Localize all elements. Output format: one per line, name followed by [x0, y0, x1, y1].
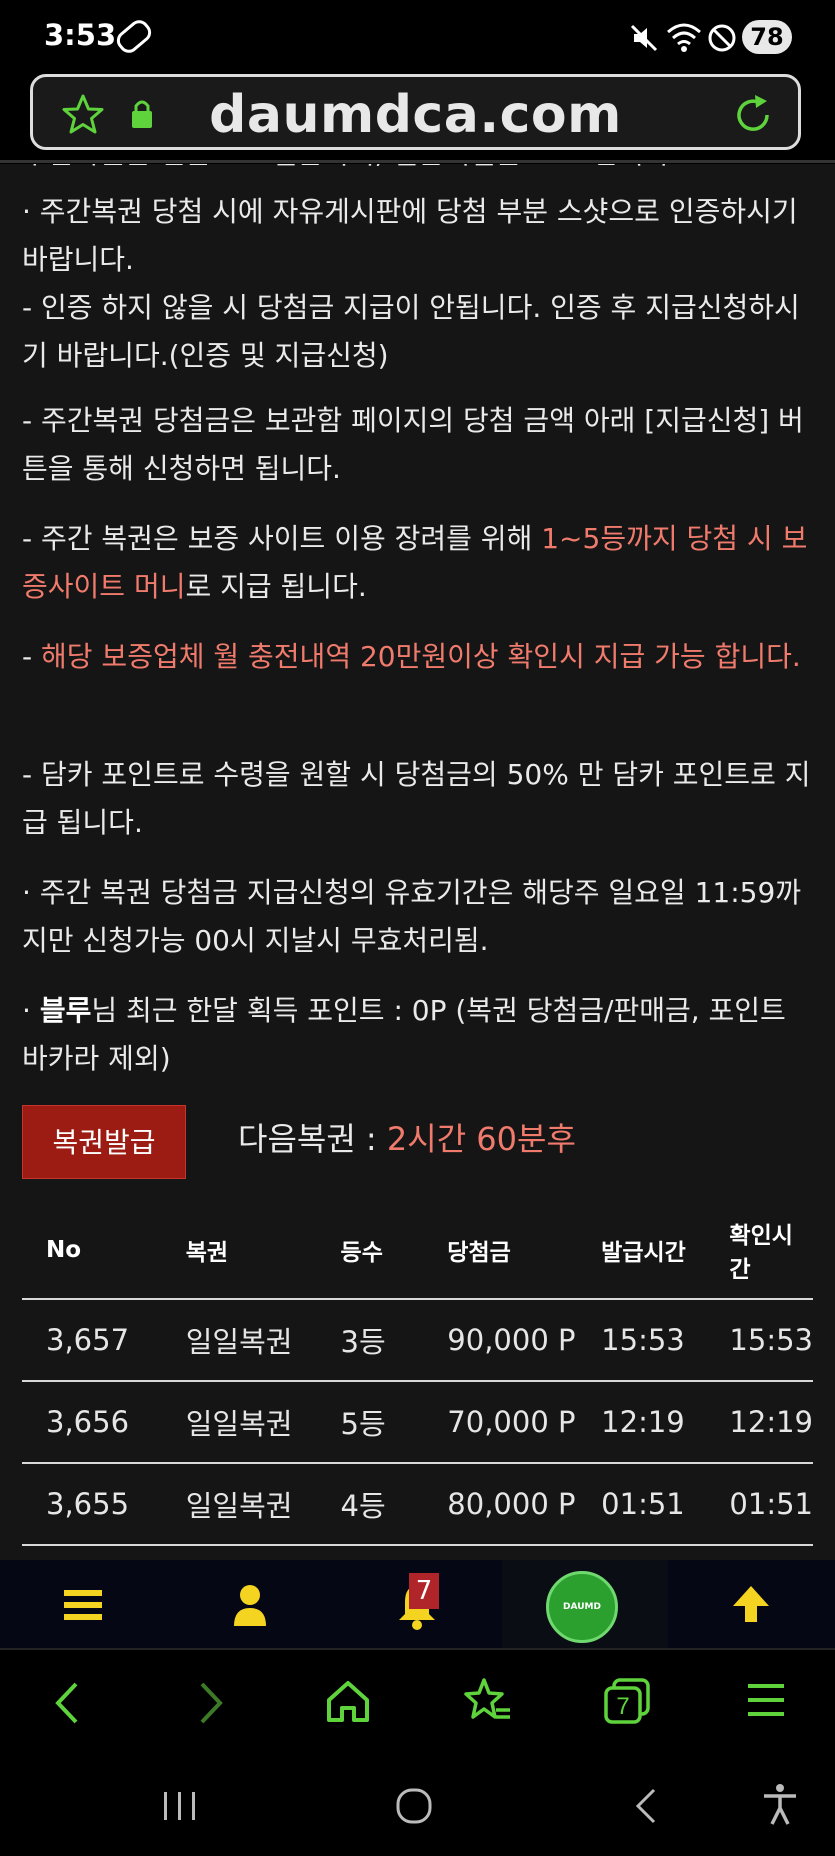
- cell-no: 3,655: [22, 1463, 186, 1546]
- cell-rank: 3등: [340, 1299, 448, 1382]
- tabs-icon[interactable]: 7: [602, 1676, 652, 1726]
- next-lottery-countdown: 다음복권 : 2시간 60분후: [238, 1120, 576, 1158]
- cell-lottery: 일일복권: [185, 1381, 341, 1464]
- highlight-charge-condition: 해당 보증업체 월 충전내역 20만원이상 확인시 지급 가능 합니다.: [41, 640, 801, 673]
- info-certification: · 주간복권 당첨 시에 자유게시판에 당첨 부분 스샷으로 인증하시기 바랍니…: [22, 195, 798, 276]
- column-header-issued-time: 발급시간: [601, 1202, 730, 1300]
- bookmarks-icon[interactable]: [462, 1676, 512, 1726]
- status-bar: 3:53 78: [0, 0, 835, 70]
- username: 블루: [39, 994, 92, 1027]
- issue-lottery-button[interactable]: 복권발급: [22, 1105, 186, 1179]
- cell-issued-time: 12:19: [601, 1381, 730, 1464]
- column-header-no: No: [22, 1202, 186, 1300]
- home-icon[interactable]: [325, 1678, 371, 1724]
- column-header-rank: 등수: [340, 1202, 448, 1300]
- scroll-to-top-arrow-icon[interactable]: [731, 1584, 771, 1624]
- battery-indicator: 78: [742, 20, 792, 54]
- cell-lottery: 일일복권: [185, 1299, 341, 1382]
- cell-prize: 70,000 P: [447, 1381, 602, 1464]
- accessibility-icon[interactable]: [760, 1782, 800, 1828]
- info-claim-method: - 주간복권 당첨금은 보관함 페이지의 당첨 금액 아래 [지급신청] 버튼을…: [22, 404, 804, 485]
- status-time: 3:53: [44, 18, 117, 52]
- wifi-icon: [667, 23, 701, 52]
- cell-rank: 5등: [340, 1381, 448, 1464]
- menu-icon[interactable]: [64, 1588, 102, 1622]
- cell-prize: 90,000 P: [447, 1299, 602, 1382]
- column-header-prize: 당첨금: [447, 1202, 602, 1300]
- browser-url-area: daumdca.com: [0, 70, 835, 164]
- next-lottery-time: 2시간 60분후: [386, 1120, 576, 1158]
- url-bar[interactable]: daumdca.com: [30, 74, 801, 150]
- cut-off-line: 주간복권은 현금으로 일급되며, 일급액결은 10%입니다.: [22, 164, 817, 178]
- cell-prize: 80,000 P: [447, 1463, 602, 1546]
- info-user-points: · 블루님 최근 한달 획득 포인트 : 0P (복권 당첨금/판매금, 포인트…: [22, 994, 786, 1075]
- casino-logo[interactable]: DAUMD CASINO: [546, 1571, 618, 1678]
- system-nav-bar: [0, 1756, 835, 1856]
- cell-no: 3,656: [22, 1381, 186, 1464]
- info-charge-condition: - 해당 보증업체 월 충전내역 20만원이상 확인시 지급 가능 합니다.: [22, 640, 801, 673]
- notification-badge: 7: [409, 1573, 439, 1609]
- cell-issued-time: 01:51: [601, 1463, 730, 1546]
- lottery-info-content: 주간복권은 현금으로 일급되며, 일급액결은 10%입니다. · 주간복권 당첨…: [0, 164, 835, 1560]
- browser-menu-icon[interactable]: [746, 1680, 786, 1720]
- system-back-icon[interactable]: [630, 1786, 664, 1826]
- browser-toolbar: 7: [0, 1648, 835, 1758]
- column-header-checked-time: 확인시간: [729, 1202, 813, 1300]
- do-not-disturb-icon: [708, 24, 736, 52]
- mute-icon: [630, 24, 658, 52]
- table-header-row: No 복권 등수 당첨금 발급시간 확인시간: [22, 1202, 813, 1300]
- cell-lottery: 일일복권: [185, 1463, 341, 1546]
- info-validity-period: · 주간 복권 당첨금 지급신청의 유효기간은 해당주 일요일 11:59까지만…: [22, 876, 802, 957]
- table-row[interactable]: 3,657 일일복권 3등 90,000 P 15:53 15:53: [22, 1299, 813, 1382]
- cell-checked-time: 15:53: [729, 1299, 813, 1382]
- recent-apps-icon[interactable]: [160, 1786, 200, 1826]
- cell-issued-time: 15:53: [601, 1299, 730, 1382]
- table-row[interactable]: 3,656 일일복권 5등 70,000 P 12:19 12:19: [22, 1381, 813, 1464]
- url-divider: [0, 160, 835, 163]
- forward-arrow-icon[interactable]: [194, 1680, 228, 1726]
- column-header-lottery: 복권: [185, 1202, 341, 1300]
- cell-rank: 4등: [340, 1463, 448, 1546]
- cell-no: 3,657: [22, 1299, 186, 1382]
- reload-icon[interactable]: [729, 91, 777, 139]
- user-icon[interactable]: [233, 1584, 267, 1626]
- cell-checked-time: 01:51: [729, 1463, 813, 1546]
- pill-icon: [112, 16, 156, 57]
- info-damka-points: - 담카 포인트로 수령을 원할 시 당첨금의 50% 만 담카 포인트로 지급…: [22, 758, 811, 839]
- info-payment-warning: - 인증 하지 않을 시 당첨금 지급이 안됩니다. 인증 후 지급신청하시기 …: [22, 291, 800, 372]
- cell-checked-time: 12:19: [729, 1381, 813, 1464]
- table-row[interactable]: 3,655 일일복권 4등 80,000 P 01:51 01:51: [22, 1463, 813, 1546]
- url-domain[interactable]: daumdca.com: [33, 85, 798, 145]
- lottery-history-table: No 복권 등수 당첨금 발급시간 확인시간 3,657 일일복권 3등 90,…: [22, 1202, 813, 1546]
- info-guarantee-site: - 주간 복권은 보증 사이트 이용 장려를 위해 1~5등까지 당첨 시 보증…: [22, 522, 808, 603]
- back-arrow-icon[interactable]: [50, 1680, 84, 1726]
- svg-text:7: 7: [616, 1693, 629, 1720]
- home-button-icon[interactable]: [394, 1784, 434, 1828]
